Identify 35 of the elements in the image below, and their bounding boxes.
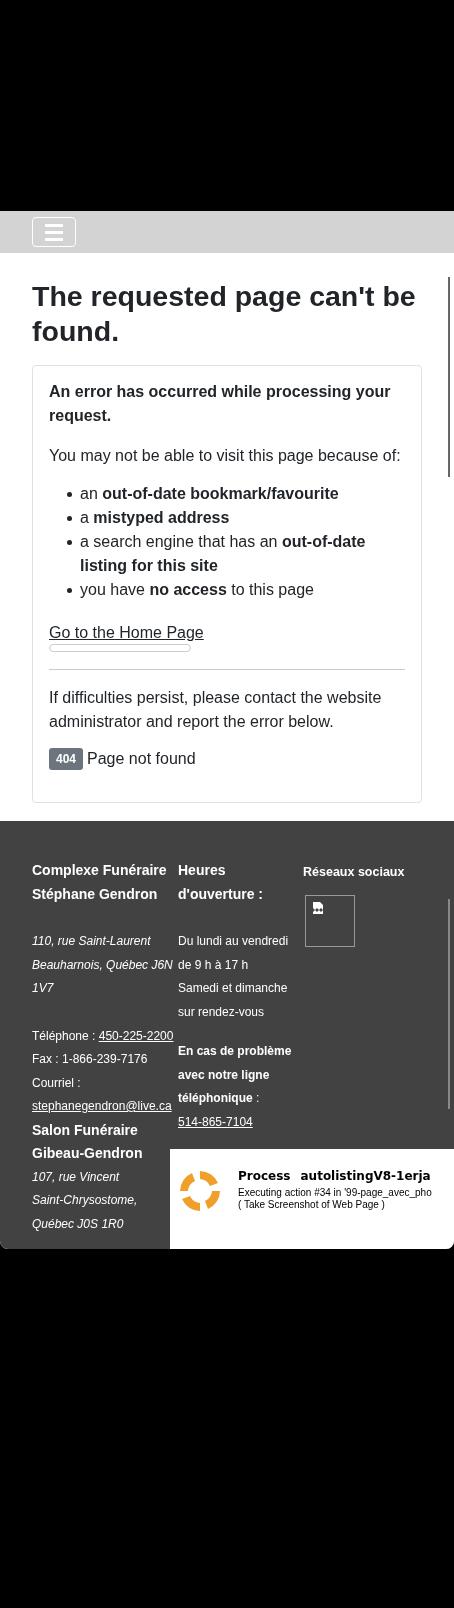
bullet-icon [67, 492, 72, 497]
reason-item: an out-of-date bookmark/favourite [80, 484, 339, 504]
social-title: Réseaux sociaux [303, 864, 406, 881]
phone-problem-text: En cas de problème avec notre ligne téléphonique : 514-865-7104 [178, 1043, 293, 1131]
error-code-badge: 404 [49, 748, 84, 770]
bullet-icon [67, 588, 72, 593]
salon-name: Salon Funéraire Gibeau-Gendron [32, 1120, 144, 1163]
page-heading: The requested page can't be found. [32, 279, 417, 349]
company-address: 110, rue Saint-Laurent Beauharnois, Québec J6N 1V7 [32, 933, 174, 997]
bullet-icon [67, 540, 72, 545]
error-intro: An error has occurred while processing your request. [49, 382, 392, 426]
process-name: autolistingV8-1erja [300, 1169, 431, 1183]
error-message: Page not found [87, 750, 196, 768]
menu-button[interactable] [32, 217, 76, 247]
action-text: Executing action #34 in '99-page_avec_pho [238, 1187, 432, 1199]
action-detail: ( Take Screenshot of Web Page ) [238, 1199, 386, 1211]
reasons-lead: You may not be able to visit this page because of: [49, 446, 402, 466]
email-link[interactable]: stephanegendron@live.ca [32, 1099, 172, 1113]
company-name: Complexe Funéraire Stéphane Gendron [32, 861, 168, 904]
contact-text: If difficulties persist, please contact the website administrator and report the error below. [49, 688, 383, 732]
reason-item: a mistyped address [80, 508, 230, 528]
salon-address: 107, rue Vincent Saint-Chrysostome, Québec J0S 1R0 [32, 1168, 139, 1233]
phone-link[interactable]: 514-865-7104 [178, 1114, 253, 1129]
popup-title: Process [238, 1169, 291, 1183]
reason-item: you have no access to this page [80, 580, 314, 600]
bullet-icon [67, 516, 72, 521]
email-text: Courriel : stephanegendron@live.ca [32, 1074, 173, 1115]
phone-text: Téléphone : 450-225-2200 [32, 1027, 175, 1045]
phone-link[interactable]: 450-225-2200 [98, 1028, 174, 1043]
fax-text: Fax : 1-866-239-7176 [32, 1051, 149, 1068]
home-page-link[interactable]: Go to the Home Page [49, 624, 405, 642]
opening-hours: Du lundi au vendredi de 9 h à 17 h Samedi et dimanche sur rendez-vous [178, 933, 290, 1021]
broken-image-icon [312, 900, 324, 915]
hours-title: Heures d'ouverture : [178, 861, 264, 904]
refresh-icon [178, 1169, 222, 1213]
